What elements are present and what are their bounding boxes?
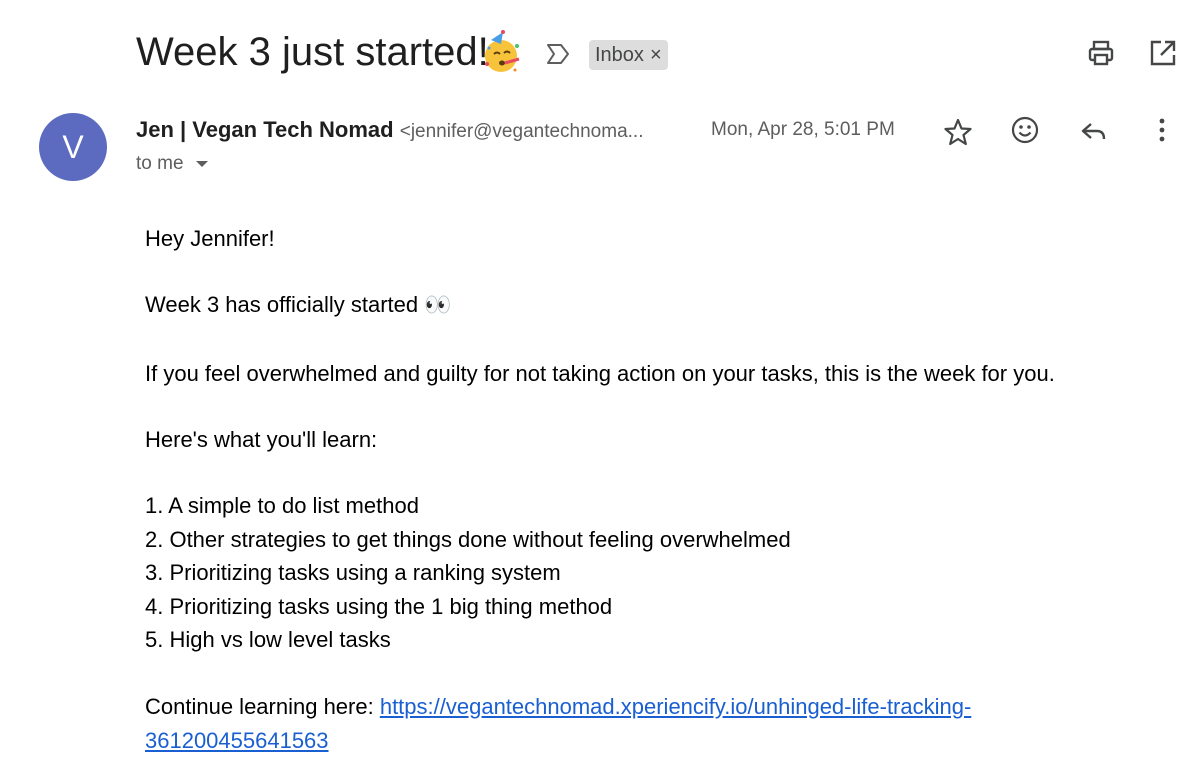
list-item: 2. Other strategies to get things done w… [145, 527, 791, 552]
sender-email[interactable]: <jennifer@vegantechnoma... [400, 121, 644, 142]
greeting: Hey Jennifer! [145, 226, 275, 251]
continue-line: Continue learning here: https://vegantec… [145, 690, 971, 724]
message-date: Mon, Apr 28, 5:01 PM [711, 119, 895, 140]
course-link-continued: 361200455641563 [145, 724, 329, 758]
list-item: 3. Prioritizing tasks using a ranking sy… [145, 560, 561, 585]
partying-face-icon [485, 30, 520, 72]
star-icon[interactable] [942, 116, 974, 148]
add-reaction-icon[interactable] [1009, 114, 1041, 146]
to-me-label: to me [136, 153, 184, 174]
print-icon[interactable] [1086, 38, 1116, 68]
important-marker-icon[interactable] [545, 42, 571, 66]
course-link[interactable]: https://vegantechnomad.xperiencify.io/un… [380, 694, 971, 719]
reply-icon[interactable] [1078, 116, 1110, 148]
sender-line: Jen | Vegan Tech Nomad <jennifer@vegante… [136, 114, 643, 148]
sender-avatar[interactable]: V [39, 113, 107, 181]
more-options-icon[interactable] [1146, 114, 1178, 146]
list-item: 5. High vs low level tasks [145, 627, 391, 652]
week-line-text: Week 3 has officially started [145, 292, 419, 317]
label-chip-text: Inbox [595, 43, 644, 66]
eyes-emoji-icon: 👀 [424, 292, 452, 317]
email-subject: Week 3 just started! [136, 30, 489, 74]
continue-label: Continue learning here: [145, 694, 380, 719]
course-link-id[interactable]: 361200455641563 [145, 728, 329, 753]
inbox-label-chip: Inbox × [589, 40, 668, 70]
week-line: Week 3 has officially started 👀 [145, 288, 452, 322]
open-in-new-window-icon[interactable] [1148, 38, 1178, 68]
caret-down-icon [195, 161, 208, 167]
recipient-details-toggle[interactable]: to me [136, 152, 208, 176]
learn-heading: Here's what you'll learn: [145, 427, 378, 452]
list-item: 1. A simple to do list method [145, 493, 419, 518]
sender-name[interactable]: Jen | Vegan Tech Nomad [136, 117, 394, 142]
intro-paragraph: If you feel overwhelmed and guilty for n… [145, 361, 1055, 386]
remove-label-button[interactable]: × [650, 45, 662, 65]
list-item: 4. Prioritizing tasks using the 1 big th… [145, 594, 613, 619]
